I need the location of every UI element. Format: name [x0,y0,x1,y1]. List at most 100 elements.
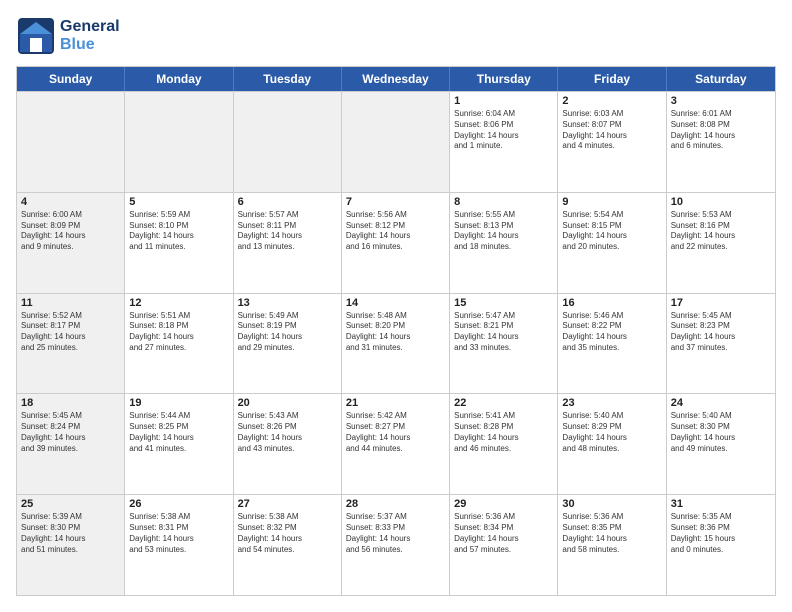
day-info: Sunrise: 5:37 AM Sunset: 8:33 PM Dayligh… [346,512,445,555]
day-info: Sunrise: 5:52 AM Sunset: 8:17 PM Dayligh… [21,311,120,354]
calendar-cell-13: 13 Sunrise: 5:49 AM Sunset: 8:19 PM Dayli… [234,294,342,394]
calendar-cell-15: 15 Sunrise: 5:47 AM Sunset: 8:21 PM Dayli… [450,294,558,394]
calendar-cell-7: 7Sunrise: 5:56 AM Sunset: 8:12 PM Daylig… [342,193,450,293]
logo-text: General Blue [60,18,120,53]
calendar-cell-22: 22 Sunrise: 5:41 AM Sunset: 8:28 PM Dayli… [450,394,558,494]
day-number: 22 [454,397,553,409]
calendar-cell-14: 14Sunrise: 5:48 AM Sunset: 8:20 PM Dayli… [342,294,450,394]
day-info: Sunrise: 5:41 AM Sunset: 8:28 PM Dayligh… [454,411,553,454]
day-number: 17 [671,297,771,309]
calendar-cell-12: 12Sunrise: 5:51 AM Sunset: 8:18 PM Dayli… [125,294,233,394]
calendar-week-4: 18 Sunrise: 5:45 AM Sunset: 8:24 PM Dayli… [17,393,775,494]
day-number: 9 [562,196,661,208]
day-info: Sunrise: 5:43 AM Sunset: 8:26 PM Dayligh… [238,411,337,454]
day-number: 11 [21,297,120,309]
day-number: 12 [129,297,228,309]
day-number: 8 [454,196,553,208]
day-number: 10 [671,196,771,208]
logo: General Blue [16,16,120,56]
calendar-cell-empty-2 [234,92,342,192]
day-info: Sunrise: 5:45 AM Sunset: 8:24 PM Dayligh… [21,411,120,454]
calendar-cell-empty-1 [125,92,233,192]
page: General Blue SundayMondayTuesdayWednesda… [0,0,792,612]
day-number: 15 [454,297,553,309]
day-number: 2 [562,95,661,107]
calendar-cell-4: 4Sunrise: 6:00 AM Sunset: 8:09 PM Daylig… [17,193,125,293]
day-number: 1 [454,95,553,107]
day-number: 5 [129,196,228,208]
calendar-cell-25: 25 Sunrise: 5:39 AM Sunset: 8:30 PM Dayli… [17,495,125,595]
day-number: 16 [562,297,661,309]
calendar-cell-8: 8 Sunrise: 5:55 AM Sunset: 8:13 PM Daylig… [450,193,558,293]
day-of-week-saturday: Saturday [667,67,775,91]
calendar-cell-23: 23 Sunrise: 5:40 AM Sunset: 8:29 PM Dayli… [558,394,666,494]
logo-icon [16,16,56,56]
calendar-cell-9: 9 Sunrise: 5:54 AM Sunset: 8:15 PM Daylig… [558,193,666,293]
calendar-cell-2: 2 Sunrise: 6:03 AM Sunset: 8:07 PM Daylig… [558,92,666,192]
day-number: 25 [21,498,120,510]
calendar-week-2: 4Sunrise: 6:00 AM Sunset: 8:09 PM Daylig… [17,192,775,293]
day-number: 27 [238,498,337,510]
calendar-cell-5: 5 Sunrise: 5:59 AM Sunset: 8:10 PM Daylig… [125,193,233,293]
day-number: 29 [454,498,553,510]
calendar-cell-18: 18 Sunrise: 5:45 AM Sunset: 8:24 PM Dayli… [17,394,125,494]
day-info: Sunrise: 5:36 AM Sunset: 8:35 PM Dayligh… [562,512,661,555]
calendar-cell-19: 19Sunrise: 5:44 AM Sunset: 8:25 PM Dayli… [125,394,233,494]
calendar-cell-empty-0 [17,92,125,192]
day-of-week-friday: Friday [558,67,666,91]
calendar-week-3: 11 Sunrise: 5:52 AM Sunset: 8:17 PM Dayli… [17,293,775,394]
day-number: 23 [562,397,661,409]
day-number: 6 [238,196,337,208]
day-number: 18 [21,397,120,409]
calendar-header: SundayMondayTuesdayWednesdayThursdayFrid… [17,67,775,91]
day-info: Sunrise: 5:36 AM Sunset: 8:34 PM Dayligh… [454,512,553,555]
day-number: 7 [346,196,445,208]
calendar: SundayMondayTuesdayWednesdayThursdayFrid… [16,66,776,596]
day-info: Sunrise: 5:39 AM Sunset: 8:30 PM Dayligh… [21,512,120,555]
day-info: Sunrise: 5:40 AM Sunset: 8:30 PM Dayligh… [671,411,771,454]
day-of-week-monday: Monday [125,67,233,91]
calendar-cell-26: 26 Sunrise: 5:38 AM Sunset: 8:31 PM Dayli… [125,495,233,595]
calendar-cell-28: 28 Sunrise: 5:37 AM Sunset: 8:33 PM Dayli… [342,495,450,595]
day-of-week-sunday: Sunday [17,67,125,91]
day-info: Sunrise: 5:54 AM Sunset: 8:15 PM Dayligh… [562,210,661,253]
day-info: Sunrise: 6:03 AM Sunset: 8:07 PM Dayligh… [562,109,661,152]
day-info: Sunrise: 5:35 AM Sunset: 8:36 PM Dayligh… [671,512,771,555]
day-info: Sunrise: 5:38 AM Sunset: 8:31 PM Dayligh… [129,512,228,555]
day-number: 4 [21,196,120,208]
day-info: Sunrise: 5:55 AM Sunset: 8:13 PM Dayligh… [454,210,553,253]
day-info: Sunrise: 5:57 AM Sunset: 8:11 PM Dayligh… [238,210,337,253]
calendar-cell-27: 27 Sunrise: 5:38 AM Sunset: 8:32 PM Dayli… [234,495,342,595]
day-number: 26 [129,498,228,510]
calendar-cell-16: 16 Sunrise: 5:46 AM Sunset: 8:22 PM Dayli… [558,294,666,394]
calendar-week-5: 25 Sunrise: 5:39 AM Sunset: 8:30 PM Dayli… [17,494,775,595]
day-info: Sunrise: 5:45 AM Sunset: 8:23 PM Dayligh… [671,311,771,354]
header: General Blue [16,16,776,56]
calendar-cell-24: 24Sunrise: 5:40 AM Sunset: 8:30 PM Dayli… [667,394,775,494]
day-info: Sunrise: 6:01 AM Sunset: 8:08 PM Dayligh… [671,109,771,152]
day-info: Sunrise: 5:47 AM Sunset: 8:21 PM Dayligh… [454,311,553,354]
calendar-cell-1: 1Sunrise: 6:04 AM Sunset: 8:06 PM Daylig… [450,92,558,192]
calendar-cell-empty-3 [342,92,450,192]
day-info: Sunrise: 5:38 AM Sunset: 8:32 PM Dayligh… [238,512,337,555]
day-of-week-thursday: Thursday [450,67,558,91]
day-number: 3 [671,95,771,107]
day-number: 28 [346,498,445,510]
day-info: Sunrise: 5:53 AM Sunset: 8:16 PM Dayligh… [671,210,771,253]
calendar-body: 1Sunrise: 6:04 AM Sunset: 8:06 PM Daylig… [17,91,775,595]
day-info: Sunrise: 5:49 AM Sunset: 8:19 PM Dayligh… [238,311,337,354]
calendar-cell-17: 17 Sunrise: 5:45 AM Sunset: 8:23 PM Dayli… [667,294,775,394]
calendar-cell-31: 31 Sunrise: 5:35 AM Sunset: 8:36 PM Dayli… [667,495,775,595]
day-number: 13 [238,297,337,309]
day-number: 31 [671,498,771,510]
calendar-week-1: 1Sunrise: 6:04 AM Sunset: 8:06 PM Daylig… [17,91,775,192]
day-info: Sunrise: 5:59 AM Sunset: 8:10 PM Dayligh… [129,210,228,253]
day-info: Sunrise: 5:48 AM Sunset: 8:20 PM Dayligh… [346,311,445,354]
calendar-cell-30: 30 Sunrise: 5:36 AM Sunset: 8:35 PM Dayli… [558,495,666,595]
calendar-cell-29: 29 Sunrise: 5:36 AM Sunset: 8:34 PM Dayli… [450,495,558,595]
day-number: 21 [346,397,445,409]
day-info: Sunrise: 5:40 AM Sunset: 8:29 PM Dayligh… [562,411,661,454]
day-info: Sunrise: 5:44 AM Sunset: 8:25 PM Dayligh… [129,411,228,454]
day-number: 30 [562,498,661,510]
day-info: Sunrise: 5:46 AM Sunset: 8:22 PM Dayligh… [562,311,661,354]
